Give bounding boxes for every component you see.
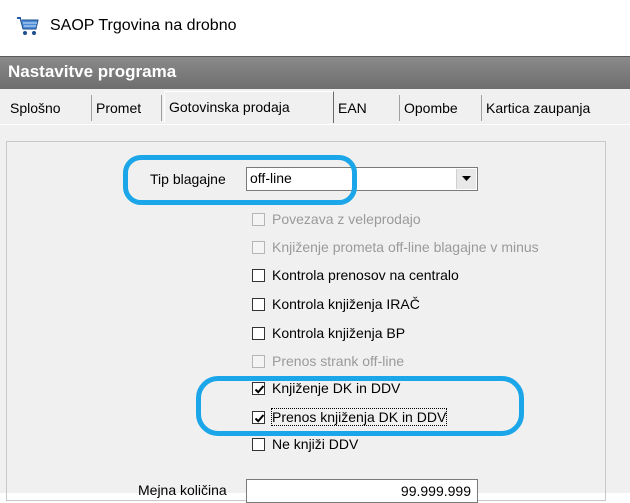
mejna-kolicina-value: 99.999.999 (400, 483, 471, 499)
tab-opombe[interactable]: Opombe (400, 95, 482, 121)
dropdown-button[interactable] (456, 169, 476, 189)
mejna-kolicina-input[interactable]: 99.999.999 (246, 479, 478, 503)
checkbox[interactable] (252, 269, 265, 282)
checkbox-label: Povezava z veleprodajo (272, 211, 421, 227)
mejna-kolicina-label: Mejna količina (138, 482, 227, 498)
tab-ean[interactable]: EAN (334, 95, 400, 121)
tab-gotovinska-prodaja[interactable]: Gotovinska prodaja (164, 91, 334, 123)
dk-ddv-highlight (196, 376, 524, 436)
window-title: SAOP Trgovina na drobno (50, 17, 237, 34)
checkbox[interactable] (252, 298, 265, 311)
checkbox[interactable] (252, 241, 265, 254)
tab-splosno[interactable]: Splošno (6, 95, 92, 121)
checkbox[interactable] (252, 355, 265, 368)
checkbox-label: Kontrola knjiženja IRAČ (272, 296, 420, 312)
section-title: Nastavitve programa (8, 62, 177, 81)
checkbox-label: Knjiženje prometa off-line blagajne v mi… (272, 239, 539, 255)
tab-kartica-zaupanja[interactable]: Kartica zaupanja (482, 95, 630, 121)
checkbox-label: Kontrola prenosov na centralo (272, 267, 459, 283)
tab-promet[interactable]: Promet (92, 95, 162, 121)
checkbox[interactable] (252, 438, 265, 451)
checkbox-label: Ne knjiži DDV (272, 436, 359, 452)
tip-blagajne-highlight (123, 155, 357, 205)
tab-strip: Splošno Promet Gotovinska prodaja EAN Op… (0, 89, 630, 125)
title-bar: SAOP Trgovina na drobno (0, 0, 630, 56)
checkbox-label: Prenos strank off-line (272, 353, 405, 369)
checkbox[interactable] (252, 327, 265, 340)
chevron-down-icon (462, 176, 471, 181)
shopping-cart-icon (16, 14, 40, 38)
checkbox-label: Kontrola knjiženja BP (272, 325, 406, 341)
section-header: Nastavitve programa (0, 56, 630, 89)
checkbox[interactable] (252, 213, 265, 226)
